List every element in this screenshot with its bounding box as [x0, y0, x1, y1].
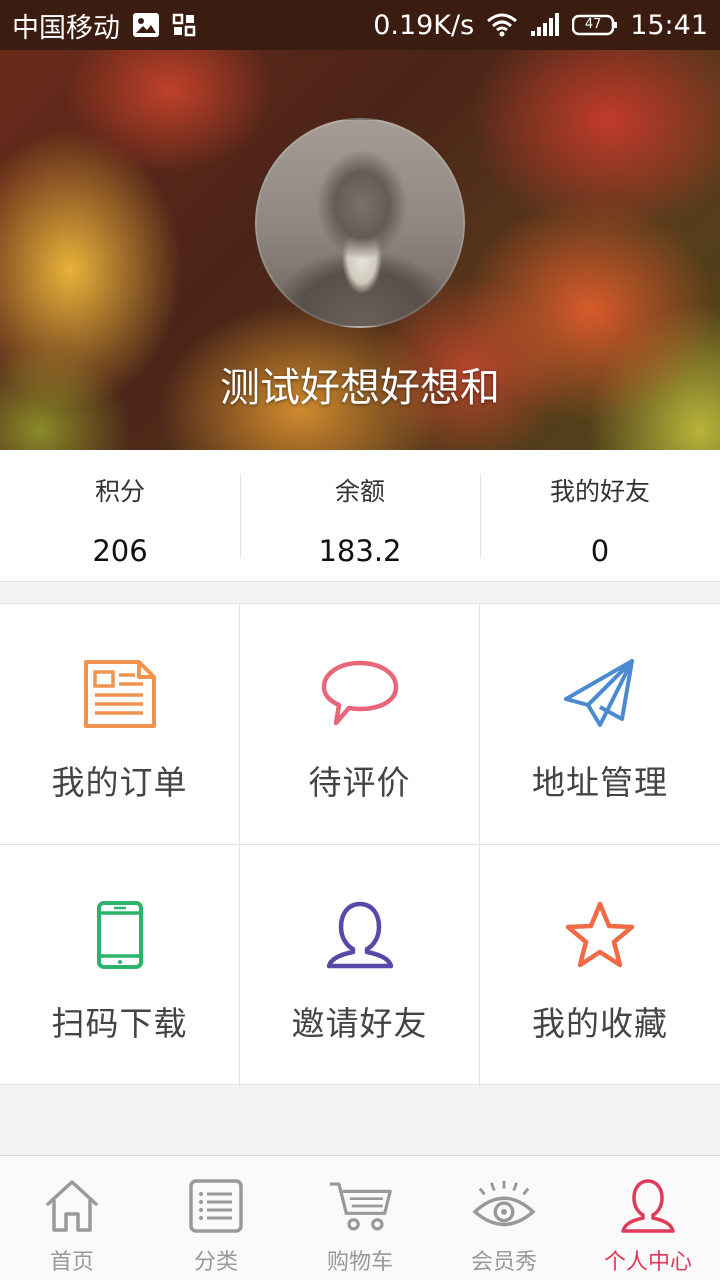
- stat-friends[interactable]: 我的好友 0: [480, 450, 720, 581]
- list-icon: [184, 1174, 248, 1238]
- stat-value: 183.2: [318, 534, 402, 568]
- stat-points[interactable]: 积分 206: [0, 450, 240, 581]
- menu-item-to-review[interactable]: 待评价: [240, 604, 480, 845]
- stats-bar: 积分 206 余额 183.2 我的好友 0: [0, 450, 720, 582]
- nav-item-profile[interactable]: 个人中心: [576, 1156, 720, 1280]
- avatar[interactable]: [255, 118, 465, 328]
- menu-item-label: 扫码下载: [51, 1004, 188, 1043]
- status-left: 中国移动: [12, 6, 196, 45]
- stat-label: 积分: [94, 477, 145, 506]
- signal-icon: [530, 13, 560, 37]
- menu-item-label: 待评价: [308, 763, 411, 802]
- nav-item-category[interactable]: 分类: [144, 1156, 288, 1280]
- battery-level: 47: [584, 17, 602, 32]
- app-grid-notification-icon: [172, 13, 196, 37]
- menu-item-scan-download[interactable]: 扫码下载: [0, 845, 240, 1086]
- nav-label: 首页: [49, 1250, 94, 1275]
- nav-item-member-show[interactable]: 会员秀: [432, 1156, 576, 1280]
- user-icon: [320, 895, 400, 975]
- menu-item-my-orders[interactable]: 我的订单: [0, 604, 240, 845]
- menu-item-label: 邀请好友: [291, 1004, 428, 1043]
- network-speed: 0.19K/s: [373, 9, 475, 41]
- nav-label: 个人中心: [603, 1250, 692, 1275]
- user-name: 测试好想好想和: [220, 365, 500, 411]
- wifi-icon: [486, 13, 518, 37]
- menu-item-favorites[interactable]: 我的收藏: [480, 845, 720, 1086]
- gallery-notification-icon: [132, 12, 160, 38]
- person-icon: [616, 1174, 680, 1238]
- menu-item-label: 我的订单: [51, 763, 188, 802]
- clock: 15:41: [630, 9, 708, 41]
- profile-header: 测试好想好想和: [0, 50, 720, 450]
- cart-icon: [328, 1174, 392, 1238]
- menu-item-invite-friends[interactable]: 邀请好友: [240, 845, 480, 1086]
- menu-item-label: 我的收藏: [532, 1004, 668, 1043]
- stat-value: 206: [92, 534, 148, 568]
- carrier-label: 中国移动: [12, 12, 120, 44]
- bottom-nav: 首页 分类 购物车 会员秀 个人中心: [0, 1155, 720, 1280]
- stat-label: 余额: [334, 477, 385, 506]
- nav-label: 会员秀: [470, 1250, 537, 1275]
- status-right: 0.19K/s 47 15:41: [373, 10, 708, 41]
- menu-item-address[interactable]: 地址管理: [480, 604, 720, 845]
- nav-label: 购物车: [326, 1250, 393, 1275]
- paper-plane-icon: [560, 654, 640, 734]
- stat-label: 我的好友: [549, 477, 650, 506]
- menu-grid: 我的订单 待评价 地址管理 扫码下载 邀请好友 我的收藏: [0, 603, 720, 1086]
- status-bar: 中国移动 0.19K/s 47 15:41: [0, 0, 720, 50]
- stat-balance[interactable]: 余额 183.2: [240, 450, 480, 581]
- nav-item-home[interactable]: 首页: [0, 1156, 144, 1280]
- menu-item-label: 地址管理: [532, 763, 668, 802]
- phone-icon: [80, 895, 160, 975]
- stat-value: 0: [590, 534, 610, 568]
- eye-icon: [472, 1174, 536, 1238]
- nav-label: 分类: [193, 1250, 238, 1275]
- star-icon: [560, 895, 640, 975]
- nav-item-cart[interactable]: 购物车: [288, 1156, 432, 1280]
- home-icon: [40, 1174, 104, 1238]
- battery-icon: 47: [572, 13, 618, 37]
- order-document-icon: [80, 654, 160, 734]
- speech-bubble-icon: [320, 654, 400, 734]
